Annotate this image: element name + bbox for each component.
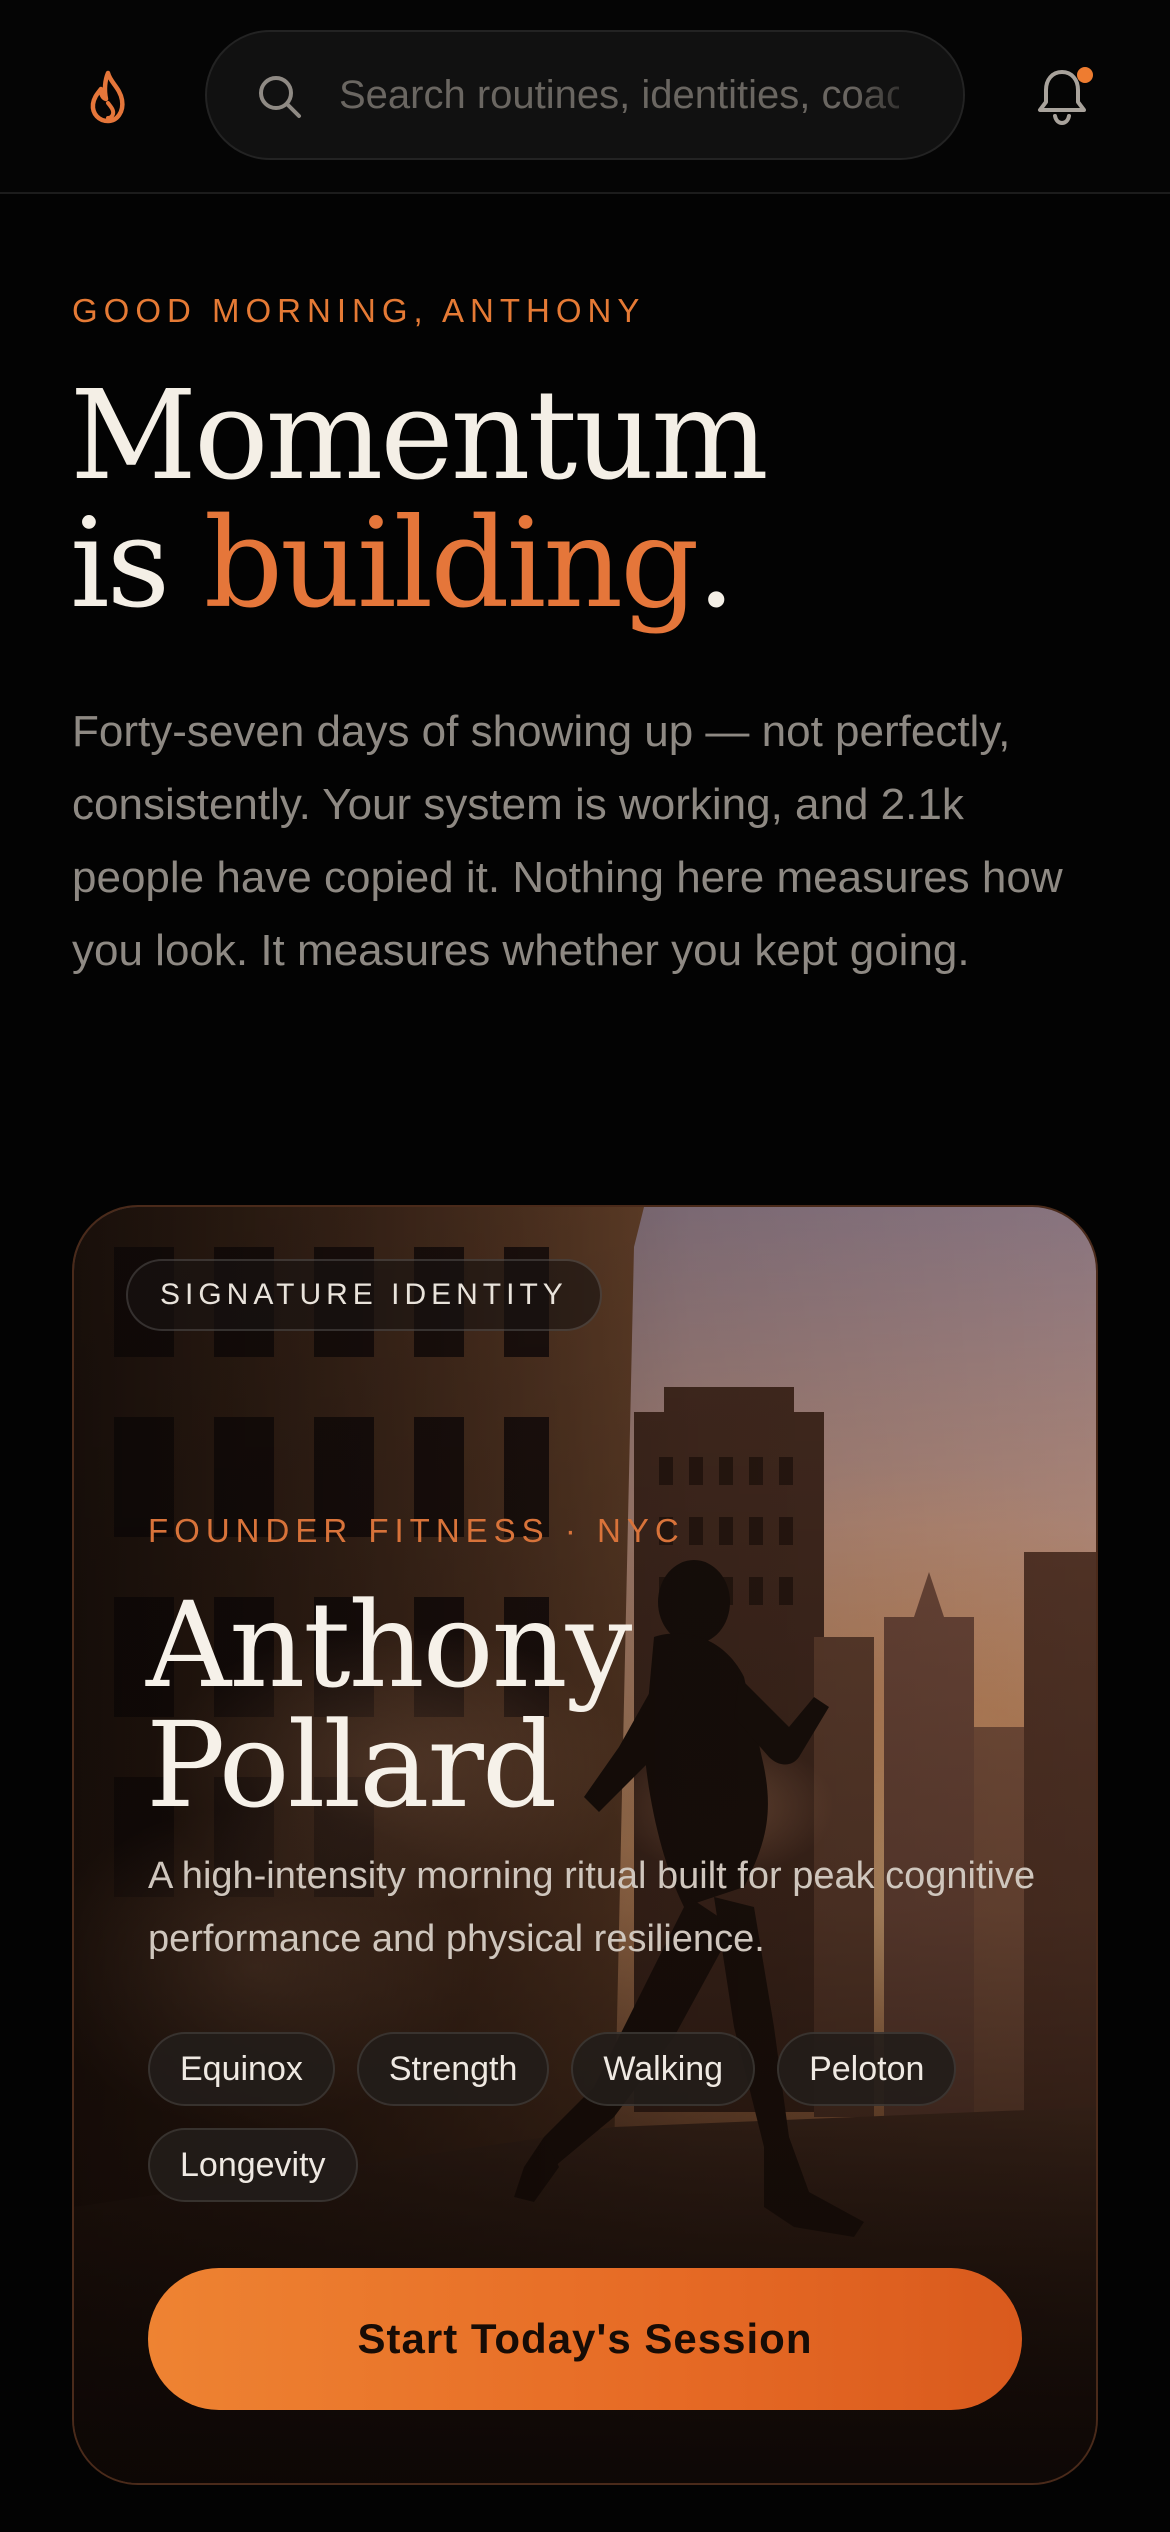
flame-icon[interactable] bbox=[86, 70, 130, 124]
intro-text: Forty-seven days of showing up — not per… bbox=[72, 707, 1063, 975]
identity-description: A high-intensity morning ritual built fo… bbox=[148, 1855, 1036, 1960]
tag-chip[interactable]: Longevity bbox=[148, 2128, 358, 2202]
page-title: Momentum is building. bbox=[70, 372, 769, 628]
tag-chip[interactable]: Walking bbox=[571, 2032, 756, 2106]
greeting: GOOD MORNING, ANTHONY bbox=[72, 292, 646, 329]
tag-chip[interactable]: Strength bbox=[356, 2032, 550, 2106]
notification-badge bbox=[1077, 67, 1093, 83]
start-session-button[interactable]: Start Today's Session bbox=[148, 2268, 1022, 2410]
headline-period: . bbox=[696, 492, 736, 636]
signature-identity-badge: SIGNATURE IDENTITY bbox=[126, 1259, 602, 1331]
top-bar bbox=[0, 0, 1170, 194]
signature-identity-card[interactable]: SIGNATURE IDENTITY FOUNDER FITNESS · NYC… bbox=[72, 1205, 1098, 2485]
search-bar[interactable] bbox=[205, 30, 965, 160]
card-kicker: FOUNDER FITNESS · NYC bbox=[148, 1512, 685, 1549]
headline-is: is bbox=[70, 492, 204, 636]
headline-line-1: Momentum bbox=[70, 364, 769, 508]
tag-list: Equinox Strength Walking Peloton Longevi… bbox=[148, 2032, 1048, 2202]
search-icon bbox=[259, 76, 301, 118]
identity-last-name: Pollard bbox=[146, 1696, 557, 1834]
headline-accent: building bbox=[203, 492, 700, 636]
identity-first-name: Anthony bbox=[146, 1576, 632, 1714]
tag-chip[interactable]: Equinox bbox=[148, 2032, 335, 2106]
tag-chip[interactable]: Peloton bbox=[777, 2032, 957, 2106]
identity-name: Anthony Pollard bbox=[146, 1585, 1046, 1825]
search-input[interactable] bbox=[339, 32, 899, 158]
